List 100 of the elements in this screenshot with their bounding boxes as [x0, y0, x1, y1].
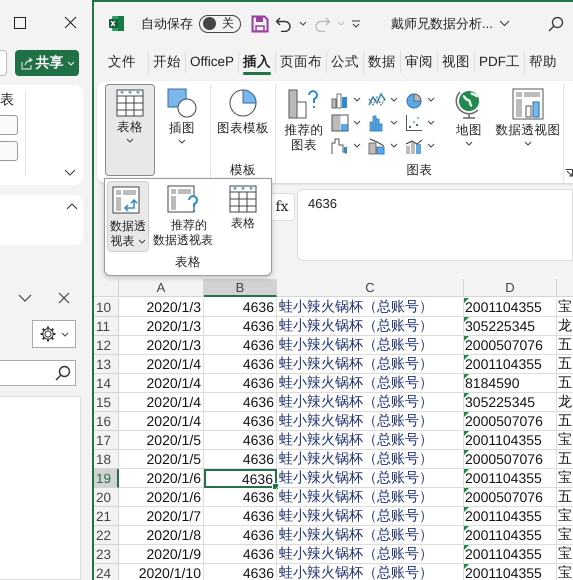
table-cell: 4636	[204, 545, 277, 564]
box-chart-icon[interactable]	[368, 136, 386, 154]
spreadsheet-logo-icon	[108, 15, 125, 32]
waterfall-chart-icon[interactable]	[331, 136, 349, 154]
ribbon-tab[interactable]: 开始	[149, 48, 185, 74]
table-cell: 305225345	[464, 393, 557, 412]
menu-item[interactable]: 表格	[217, 181, 269, 252]
table-cell: 2020/1/3	[119, 336, 204, 355]
ribbon-tab[interactable]: 审阅	[401, 48, 438, 74]
search-icon[interactable]	[548, 16, 564, 32]
ribbon-tab[interactable]: 帮助	[525, 48, 562, 74]
ribbon-button[interactable]: 插图	[157, 84, 207, 183]
table-cell: 4636	[204, 393, 277, 412]
formula-field[interactable]: 4636	[297, 189, 573, 261]
row-header[interactable]: 10	[94, 298, 119, 317]
row-header[interactable]: 24	[94, 564, 119, 580]
table-cell: 宝	[557, 507, 573, 526]
dialog-launcher-icon[interactable]	[565, 169, 573, 177]
chevron-down-icon[interactable]	[64, 169, 76, 176]
row-header[interactable]: 16	[94, 412, 119, 431]
table-cell: 蛙小辣火锅杯（总账号）	[277, 412, 464, 431]
table-cell: 五	[557, 374, 573, 393]
maximize-icon[interactable]	[14, 16, 26, 28]
row-header[interactable]: 21	[94, 507, 119, 526]
column-chart-icon[interactable]	[331, 90, 349, 108]
row-header[interactable]: 15	[94, 393, 119, 412]
document-title: 戴师兄数据分析...	[391, 14, 493, 32]
table-cell: 蛙小辣火锅杯（总账号）	[277, 355, 464, 374]
row-header[interactable]: 20	[94, 488, 119, 507]
column-header[interactable]: C	[277, 279, 464, 297]
table-cell: 2020/1/5	[119, 431, 204, 450]
group-label: 表格	[175, 254, 201, 271]
table-cell: 蛙小辣火锅杯（总账号）	[277, 298, 464, 317]
caret-icon	[390, 97, 398, 102]
caret-icon	[390, 143, 398, 148]
ribbon-tab[interactable]: OfficeP	[186, 48, 238, 74]
row-header[interactable]: 17	[94, 431, 119, 450]
table-cell: 2020/1/9	[119, 545, 204, 564]
scatter-chart-icon[interactable]	[405, 114, 423, 132]
close-icon[interactable]	[64, 16, 77, 29]
row-header[interactable]: 12	[94, 336, 119, 355]
chevron-up-icon[interactable]	[66, 203, 78, 210]
chevron-down-icon[interactable]	[498, 20, 510, 27]
table-cell: 305225345	[464, 317, 557, 336]
table-cell: 2020/1/10	[119, 564, 204, 580]
group-label: 模板	[230, 162, 256, 179]
table-cell: 宝	[557, 545, 573, 564]
ribbon-tab[interactable]: 文件	[94, 48, 148, 74]
search-field[interactable]	[0, 360, 76, 386]
undo-icon[interactable]	[275, 16, 293, 32]
ribbon-tab[interactable]: 插入	[239, 48, 276, 74]
row-header[interactable]: 19	[94, 469, 119, 488]
ribbon-button[interactable]: 图表模板	[214, 84, 272, 160]
menu-item[interactable]: 推荐的数据透视表	[151, 181, 215, 252]
close-icon[interactable]	[58, 292, 70, 304]
table-cell: 蛙小辣火锅杯（总账号）	[277, 526, 464, 545]
caret-icon	[61, 332, 69, 336]
ribbon-tab[interactable]: 公式	[327, 48, 364, 74]
row-header[interactable]: 23	[94, 545, 119, 564]
menu-item[interactable]: 数据透视表	[107, 181, 149, 252]
caret-icon	[353, 97, 361, 102]
row-header[interactable]: 13	[94, 355, 119, 374]
table-cell: 2000507076	[464, 450, 557, 469]
pie-chart-icon[interactable]	[405, 90, 423, 108]
row-header[interactable]: 18	[94, 450, 119, 469]
table-cell: 蛙小辣火锅杯（总账号）	[277, 431, 464, 450]
row-header[interactable]: 11	[94, 317, 119, 336]
ribbon-button[interactable]: 推荐的图表	[279, 84, 329, 160]
table-cell: 4636	[204, 488, 277, 507]
ribbon-button[interactable]: 数据透视图	[496, 84, 560, 160]
column-header[interactable]: D	[464, 279, 557, 297]
table-cell: 4636	[204, 526, 277, 545]
ribbon-tab[interactable]: 视图	[438, 48, 474, 74]
table-cell: 2020/1/3	[119, 317, 204, 336]
table-cell: 8184590	[464, 374, 557, 393]
column-header[interactable]: A	[119, 279, 204, 297]
share-button[interactable]: 共享	[15, 50, 79, 76]
ribbon-tab[interactable]: 页面布	[276, 48, 326, 74]
column-header[interactable]: B	[204, 279, 277, 297]
line-chart-icon[interactable]	[368, 90, 386, 108]
row-header[interactable]: 14	[94, 374, 119, 393]
ribbon-button[interactable]: 表格	[105, 84, 155, 176]
hierarchy-chart-icon[interactable]	[331, 114, 349, 132]
chart-question-icon	[287, 88, 321, 120]
ribbon-button[interactable]: 地图	[444, 84, 494, 160]
table-cell: 4636	[204, 336, 277, 355]
table-cell: 宝	[557, 431, 573, 450]
ribbon-tab[interactable]: PDF工	[475, 48, 524, 74]
combo-chart-icon[interactable]	[405, 136, 423, 154]
table-cell: 2001104355	[464, 298, 557, 317]
row-header[interactable]: 22	[94, 526, 119, 545]
pivot-question-icon	[167, 185, 199, 215]
autosave-toggle[interactable]: 关	[199, 14, 241, 32]
table-cell: 4636	[204, 469, 277, 488]
pie-chart-icon	[228, 88, 258, 118]
settings-dropdown[interactable]	[32, 320, 76, 348]
customize-icon[interactable]	[351, 20, 361, 28]
ribbon-tab[interactable]: 数据	[364, 48, 400, 74]
chevron-down-icon[interactable]	[18, 294, 32, 302]
save-icon[interactable]	[251, 14, 269, 32]
